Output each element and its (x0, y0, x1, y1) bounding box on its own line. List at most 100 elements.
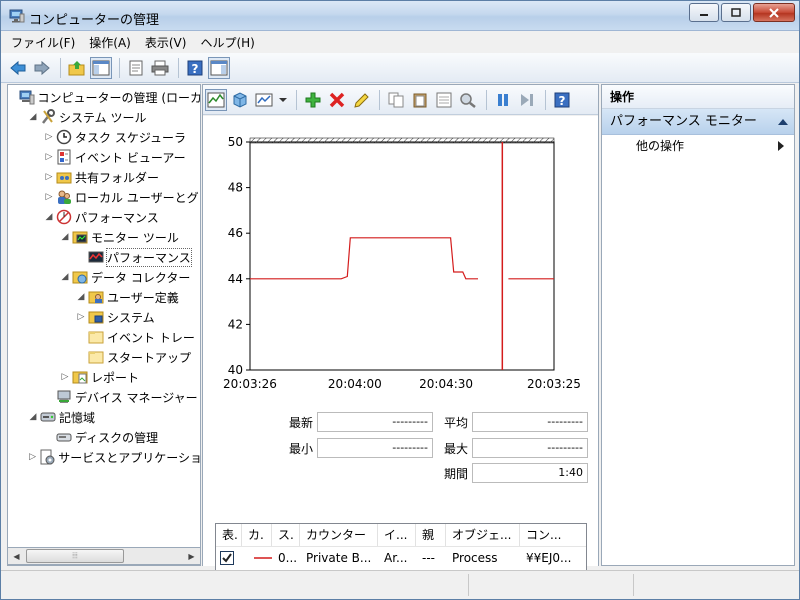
change-graph-type-button[interactable] (253, 89, 275, 111)
tree-node[interactable]: イベント トレー (8, 327, 200, 347)
menu-action[interactable]: 操作(A) (89, 34, 131, 51)
tree-node-label: モニター ツール (91, 230, 179, 245)
view-log-data-button[interactable] (229, 89, 251, 111)
tree-node-label: スタートアップ (107, 350, 192, 365)
tree-expand-icon[interactable]: ▷ (76, 312, 86, 322)
y-tick-label: 40 (228, 363, 243, 377)
copy-properties-button[interactable] (385, 89, 407, 111)
tree-node[interactable]: コンピューターの管理 (ローカ (8, 87, 200, 107)
minimize-button[interactable] (689, 3, 719, 22)
perfmon-help-button[interactable]: ? (551, 89, 573, 111)
tree-node[interactable]: スタートアップ (8, 347, 200, 367)
close-button[interactable] (753, 3, 795, 22)
col-show[interactable]: 表. (216, 524, 242, 546)
show-hide-tree-button[interactable] (90, 56, 112, 79)
tree-node-label: イベント トレー (107, 330, 195, 345)
view-current-activity-button[interactable] (205, 88, 227, 111)
tree-node[interactable]: ▷ タスク スケジューラ (8, 127, 200, 147)
tree-node[interactable]: ◢ ユーザー定義 (8, 287, 200, 307)
col-computer[interactable]: コン... (520, 524, 586, 546)
maximize-button[interactable] (721, 3, 751, 22)
scrollbar-thumb[interactable]: ⦙⦙⦙ (26, 549, 124, 563)
zoom-button[interactable] (457, 89, 479, 111)
latest-label: 最新 (289, 416, 314, 430)
action-section-label: パフォーマンス モニター (610, 114, 757, 129)
back-button[interactable] (7, 57, 29, 79)
graph-type-dropdown[interactable] (277, 89, 289, 111)
y-tick-label: 46 (228, 226, 243, 240)
tree-node[interactable]: デバイス マネージャー (8, 387, 200, 407)
performance-chart[interactable]: 40 42 44 46 48 50 20:03:26 20:04:00 20:04:30 20:0… (203, 116, 598, 406)
counter-instance: Ar... (384, 551, 408, 565)
tree-collapse-icon[interactable]: ◢ (60, 232, 70, 242)
help-button[interactable]: ? (184, 57, 206, 79)
chart-area: 40 42 44 46 48 50 20:03:26 20:04:00 20:04:30 20:0… (203, 116, 598, 585)
print-button[interactable] (149, 57, 171, 79)
tree-collapse-icon[interactable]: ◢ (60, 272, 70, 282)
up-folder-button[interactable] (66, 57, 88, 79)
tree-node[interactable]: ディスクの管理 (8, 427, 200, 447)
properties-icon (129, 60, 143, 75)
tree-node[interactable]: ◢ 記憶域 (8, 407, 200, 427)
tree-horizontal-scrollbar[interactable]: ◀ ⦙⦙⦙ ▶ (7, 547, 201, 565)
tree-expand-icon[interactable]: ▷ (28, 452, 37, 462)
col-color[interactable]: カ. (242, 524, 272, 546)
dropdown-arrow-icon (279, 97, 287, 102)
tree-node[interactable]: ▷ レポート (8, 367, 200, 387)
col-instance[interactable]: イ... (378, 524, 416, 546)
x-tick-label: 20:04:00 (328, 377, 382, 391)
tree-expand-icon[interactable]: ▷ (44, 152, 54, 162)
tree-node[interactable]: ▷ システム (8, 307, 200, 327)
tree-collapse-icon[interactable]: ◢ (76, 292, 86, 302)
title-bar[interactable]: コンピューターの管理 (1, 1, 799, 31)
col-object[interactable]: オブジェ... (446, 524, 520, 546)
tree-node[interactable]: ◢ システム ツール (8, 107, 200, 127)
scroll-right-icon[interactable]: ▶ (183, 548, 200, 564)
tree-node[interactable]: ▷ 共有フォルダー (8, 167, 200, 187)
tree-node[interactable]: ◢ パフォーマンス (8, 207, 200, 227)
forward-button[interactable] (31, 57, 53, 79)
col-counter[interactable]: カウンター (300, 524, 378, 546)
tree-expand-icon[interactable]: ▷ (44, 172, 54, 182)
x-tick-label: 20:03:26 (223, 377, 277, 391)
minimum-value: --------- (317, 438, 433, 458)
update-data-button[interactable] (516, 89, 538, 111)
tree-collapse-icon[interactable]: ◢ (28, 112, 38, 122)
scroll-left-icon[interactable]: ◀ (8, 548, 25, 564)
tree-node[interactable]: ▷ イベント ビューアー (8, 147, 200, 167)
tree-expand-icon[interactable]: ▷ (44, 192, 54, 202)
paste-counter-list-button[interactable] (409, 89, 431, 111)
properties-chart-button[interactable] (433, 89, 455, 111)
tree-node[interactable]: ◢ モニター ツール (8, 227, 200, 247)
freeze-display-button[interactable] (492, 89, 514, 111)
average-value: --------- (472, 412, 588, 432)
highlight-button[interactable] (350, 89, 372, 111)
menu-file[interactable]: ファイル(F) (11, 34, 75, 51)
tree-node[interactable]: ◢ データ コレクター (8, 267, 200, 287)
tree-expand-icon[interactable]: ▷ (60, 372, 70, 382)
tree-node[interactable]: ▷ サービスとアプリケーショ (8, 447, 200, 467)
collapse-up-icon[interactable] (778, 118, 788, 126)
add-counter-button[interactable] (302, 89, 324, 111)
perf-monitor-icon (88, 249, 104, 265)
tree-collapse-icon[interactable]: ◢ (44, 212, 54, 222)
delete-counter-button[interactable] (326, 89, 348, 111)
counter-show-checkbox[interactable] (218, 548, 242, 568)
status-bar (1, 570, 799, 599)
properties-button[interactable] (125, 57, 147, 79)
col-scale[interactable]: ス. (272, 524, 300, 546)
action-section-performance-monitor[interactable]: パフォーマンス モニター (602, 109, 794, 135)
plot-frame (249, 141, 555, 371)
menu-view[interactable]: 表示(V) (145, 34, 187, 51)
tree-node[interactable]: パフォーマンス (8, 247, 200, 267)
col-parent[interactable]: 親 (416, 524, 446, 546)
storage-icon (40, 409, 56, 425)
tree-collapse-icon[interactable]: ◢ (28, 412, 38, 422)
action-more-actions[interactable]: 他の操作 (602, 135, 794, 157)
tree-expand-icon[interactable]: ▷ (44, 132, 54, 142)
latest-value: --------- (317, 412, 433, 432)
menu-help[interactable]: ヘルプ(H) (200, 34, 254, 51)
computer-management-icon (9, 9, 25, 23)
show-hide-action-pane-button[interactable] (208, 56, 230, 79)
tree-node[interactable]: ▷ ローカル ユーザーとグ (8, 187, 200, 207)
